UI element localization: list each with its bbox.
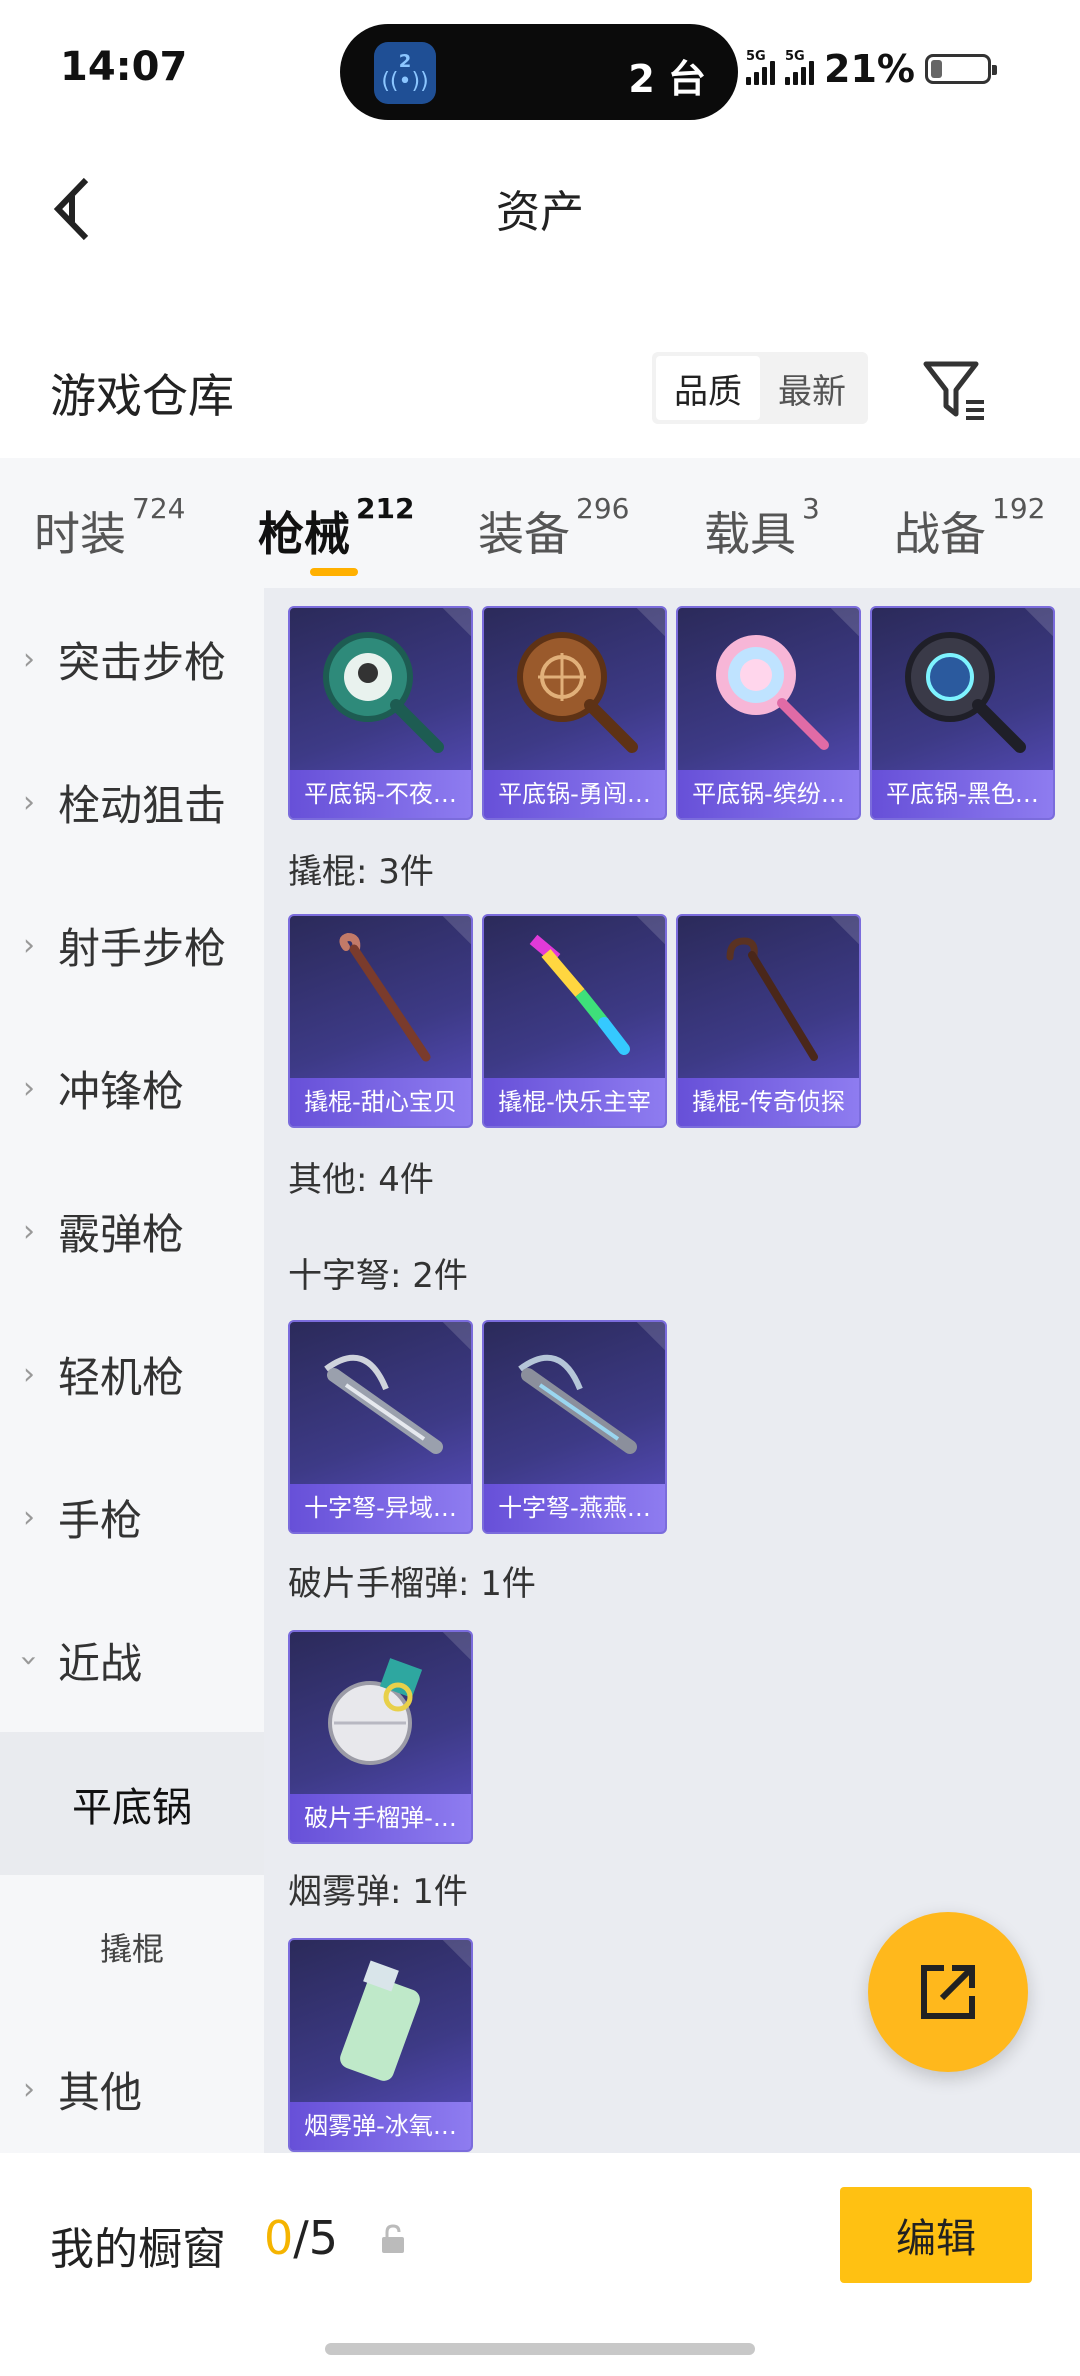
chevron-right-icon: ›	[23, 785, 35, 820]
sort-quality-button[interactable]: 品质	[656, 356, 760, 420]
filter-icon	[923, 361, 984, 420]
item-card[interactable]: 十字弩-燕燕…	[482, 1320, 667, 1534]
item-card[interactable]: 平底锅-勇闯…	[482, 606, 667, 820]
item-card[interactable]: 平底锅-不夜…	[288, 606, 473, 820]
chevron-right-icon: ›	[23, 1071, 35, 1106]
chevron-right-icon: ›	[23, 1500, 35, 1535]
sidebar-item-shotgun[interactable]: › 霰弹枪	[0, 1160, 264, 1303]
sidebar-subitem-crowbar[interactable]: 撬棍	[0, 1875, 264, 2018]
category-tabs: 时装 724 枪械 212 装备 296 载具 3 战备 192	[0, 458, 1080, 588]
tab-indicator	[310, 568, 358, 576]
tab-weapons[interactable]: 枪械 212	[258, 492, 414, 564]
broadcast-icon: ((•))	[381, 69, 429, 94]
section-title-other: 其他: 4件	[288, 1160, 434, 1200]
item-card[interactable]: 撬棍-传奇侦探	[676, 914, 861, 1128]
item-card[interactable]: 平底锅-黑色…	[870, 606, 1055, 820]
crowbar-icon	[290, 916, 471, 1080]
sidebar-item-pistol[interactable]: › 手枪	[0, 1446, 264, 1589]
warehouse-title: 游戏仓库	[50, 369, 234, 423]
chevron-right-icon: ›	[23, 928, 35, 963]
item-card[interactable]: 撬棍-快乐主宰	[482, 914, 667, 1128]
battery-percent: 21%	[824, 47, 915, 91]
tab-vehicles[interactable]: 载具 3	[704, 492, 820, 564]
dynamic-island[interactable]: 2 ((•)) 2 台	[340, 24, 738, 120]
status-bar: 14:07 2 ((•)) 2 台 5G 5G 21%	[0, 0, 1080, 140]
lock-icon	[378, 2223, 408, 2255]
page-title: 资产	[496, 187, 584, 238]
weapon-category-sidebar: › 突击步枪 › 栓动狙击 › 射手步枪 › 冲锋枪 › 霰弹枪 › 轻机枪 › 手枪 › 近战…	[0, 588, 264, 2153]
filter-button[interactable]	[920, 356, 990, 426]
chevron-right-icon: ›	[23, 1357, 35, 1392]
battery-icon	[924, 54, 997, 84]
sidebar-item-assault-rifle[interactable]: › 突击步枪	[0, 588, 264, 731]
share-button[interactable]	[868, 1912, 1028, 2072]
status-icons: 5G 5G 21%	[746, 44, 997, 94]
section-title-frag-grenade: 破片手榴弹: 1件	[288, 1564, 536, 1604]
item-card[interactable]: 十字弩-异域…	[288, 1320, 473, 1534]
chevron-right-icon: ›	[23, 642, 35, 677]
frying-pan-icon	[484, 608, 665, 772]
lollipop-pan-icon	[678, 608, 859, 772]
section-title-crossbow: 十字弩: 2件	[288, 1256, 468, 1296]
crowbar-icon	[484, 916, 665, 1080]
sidebar-subitem-pan[interactable]: 平底锅	[0, 1732, 264, 1875]
crossbow-icon	[484, 1322, 665, 1486]
tab-fashion[interactable]: 时装 724	[34, 492, 185, 564]
status-time: 14:07	[60, 44, 188, 90]
frying-pan-icon	[872, 608, 1053, 772]
island-text: 2 台	[628, 57, 706, 101]
tab-equipment[interactable]: 装备 296	[478, 492, 629, 564]
sort-latest-button[interactable]: 最新	[760, 356, 864, 420]
sidebar-item-other[interactable]: › 其他	[0, 2018, 264, 2153]
crossbow-icon	[290, 1322, 471, 1486]
smoke-grenade-icon	[290, 1940, 471, 2104]
chevron-down-icon: ›	[11, 1654, 47, 1667]
sort-toggle: 品质 最新	[652, 352, 868, 424]
home-indicator[interactable]	[325, 2343, 755, 2355]
warehouse-header: 游戏仓库 品质 最新	[0, 340, 1080, 460]
item-card[interactable]: 烟雾弹-冰氧…	[288, 1938, 473, 2152]
chevron-right-icon: ›	[23, 1214, 35, 1249]
sidebar-item-lmg[interactable]: › 轻机枪	[0, 1303, 264, 1446]
showcase-bar: 我的橱窗 0/5 编辑	[0, 2153, 1080, 2376]
nav-bar: 资产	[0, 140, 1080, 270]
sidebar-item-melee[interactable]: › 近战	[0, 1589, 264, 1732]
frying-pan-icon	[290, 608, 471, 772]
section-title-smoke-grenade: 烟雾弹: 1件	[288, 1872, 468, 1912]
signal-icon: 5G	[746, 49, 775, 85]
chevron-right-icon: ›	[23, 2072, 35, 2107]
grenade-icon	[290, 1632, 471, 1796]
signal-icon: 5G	[785, 49, 814, 85]
item-card[interactable]: 撬棍-甜心宝贝	[288, 914, 473, 1128]
sidebar-item-dmr[interactable]: › 射手步枪	[0, 874, 264, 1017]
sidebar-item-bolt-sniper[interactable]: › 栓动狙击	[0, 731, 264, 874]
external-link-icon	[921, 1965, 975, 2019]
sidebar-item-smg[interactable]: › 冲锋枪	[0, 1017, 264, 1160]
showcase-label: 我的橱窗	[50, 2224, 226, 2275]
tab-supplies[interactable]: 战备 192	[894, 492, 1045, 564]
island-app-icon: 2 ((•))	[374, 42, 436, 104]
item-card[interactable]: 平底锅-缤纷…	[676, 606, 861, 820]
section-title-crowbar: 撬棍: 3件	[288, 852, 434, 892]
cane-icon	[678, 916, 859, 1080]
item-card[interactable]: 破片手榴弹-…	[288, 1630, 473, 1844]
showcase-count: 0/5	[264, 2211, 339, 2265]
edit-button[interactable]: 编辑	[840, 2187, 1032, 2283]
